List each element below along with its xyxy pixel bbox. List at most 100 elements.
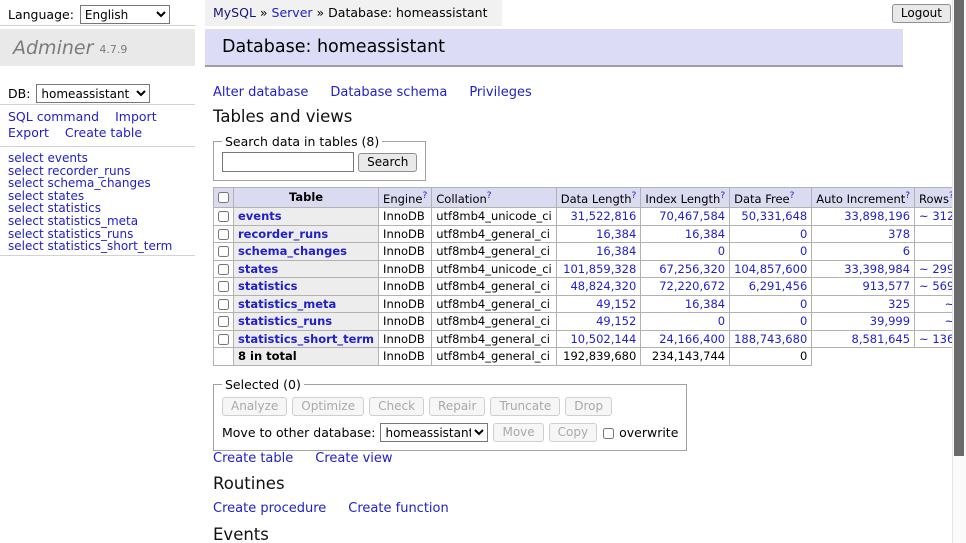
cell-name: states — [234, 260, 379, 278]
cell-name: statistics_meta — [234, 295, 379, 313]
cell-engine: InnoDB — [379, 208, 432, 226]
help-link[interactable]: ? — [720, 191, 725, 201]
database-links: Alter database Database schema Privileges — [213, 85, 532, 100]
routine-link[interactable]: Create procedure — [213, 501, 326, 516]
optimize-button[interactable]: Optimize — [292, 397, 364, 416]
database-link[interactable]: Alter database — [213, 85, 308, 100]
app-banner: Adminer 4.7.9 — [0, 29, 195, 66]
adminer-page: Language: English MySQL » Server » Datab… — [0, 0, 966, 543]
row-checkbox[interactable] — [218, 281, 229, 292]
search-button[interactable]: Search — [358, 153, 417, 172]
sidebar-action-link[interactable]: Create table — [65, 125, 142, 140]
table-link[interactable]: statistics_meta — [238, 297, 336, 311]
truncate-button[interactable]: Truncate — [490, 397, 560, 416]
breadcrumb-driver-link[interactable]: MySQL — [213, 5, 256, 20]
breadcrumb-server-link[interactable]: Server — [272, 5, 313, 20]
cell-data_free: 0 — [730, 313, 812, 331]
cell-data_length: 49,152 — [556, 295, 641, 313]
tables-table-body: eventsInnoDButf8mb4_unicode_ci31,522,816… — [214, 208, 966, 366]
row-checkbox[interactable] — [218, 246, 229, 257]
help-link[interactable]: ? — [905, 191, 910, 201]
row-checkbox[interactable] — [218, 299, 229, 310]
repair-button[interactable]: Repair — [429, 397, 485, 416]
drop-button[interactable]: Drop — [565, 397, 612, 416]
row-checkbox[interactable] — [218, 334, 229, 345]
row-checkbox[interactable] — [218, 211, 229, 222]
overwrite-label: overwrite — [619, 425, 678, 440]
overwrite-checkbox[interactable] — [603, 428, 614, 439]
language-select[interactable]: English — [80, 5, 170, 24]
breadcrumb: MySQL » Server » Database: homeassistant — [205, 0, 502, 26]
cell-auto_increment: 6 — [812, 243, 915, 261]
move-db-select[interactable]: homeassistant — [380, 423, 488, 442]
row-checkbox[interactable] — [218, 316, 229, 327]
events-heading: Events — [213, 525, 269, 543]
move-button[interactable]: Move — [493, 423, 543, 442]
select-all-checkbox[interactable] — [218, 192, 229, 203]
sidebar-divider — [0, 146, 195, 147]
help-link[interactable]: ? — [422, 191, 427, 201]
cell-auto_increment: 325 — [812, 295, 915, 313]
language-row: Language: English — [8, 5, 170, 24]
app-version[interactable]: 4.7.9 — [99, 43, 127, 56]
create-link[interactable]: Create table — [213, 451, 293, 466]
sidebar-action-link[interactable]: Export — [8, 125, 49, 140]
create-link[interactable]: Create view — [315, 451, 392, 466]
help-link[interactable]: ? — [790, 191, 795, 201]
total-collation: utf8mb4_general_ci — [432, 348, 557, 366]
total-check-cell — [214, 348, 234, 366]
cell-name: statistics — [234, 278, 379, 296]
help-link[interactable]: ? — [487, 191, 492, 201]
cell-index_length: 0 — [641, 243, 730, 261]
database-link[interactable]: Database schema — [330, 85, 447, 100]
table-link[interactable]: states — [238, 262, 278, 276]
table-link[interactable]: schema_changes — [238, 244, 347, 258]
total-name: 8 in total — [234, 348, 379, 366]
cell-data_length: 49,152 — [556, 313, 641, 331]
database-link[interactable]: Privileges — [469, 85, 532, 100]
selected-legend: Selected (0) — [222, 377, 304, 392]
total-auto_increment — [812, 348, 915, 366]
cell-data_length: 48,824,320 — [556, 278, 641, 296]
table-link[interactable]: statistics_runs — [238, 314, 332, 328]
table-link[interactable]: events — [238, 209, 282, 223]
sidebar-action-link[interactable]: Import — [115, 109, 157, 124]
search-input[interactable] — [222, 152, 354, 172]
copy-button[interactable]: Copy — [549, 423, 597, 442]
db-select[interactable]: homeassistant — [36, 84, 150, 103]
table-link[interactable]: statistics — [238, 279, 298, 293]
language-label: Language: — [8, 7, 74, 22]
vertical-scrollbar-track[interactable] — [952, 0, 966, 543]
vertical-scrollbar-thumb[interactable] — [954, 0, 964, 456]
breadcrumb-current: Database: homeassistant — [328, 5, 487, 20]
cell-name: statistics_short_term — [234, 330, 379, 348]
breadcrumb-separator: » — [317, 5, 325, 20]
analyze-button[interactable]: Analyze — [222, 397, 287, 416]
cell-data_free: 50,331,648 — [730, 208, 812, 226]
routine-link[interactable]: Create function — [348, 501, 448, 516]
sidebar-action-link[interactable]: SQL command — [8, 109, 99, 124]
tables-table: TableEngine?Collation?Data Length?Index … — [213, 187, 966, 366]
logout-button[interactable]: Logout — [892, 4, 951, 23]
cell-name: statistics_runs — [234, 313, 379, 331]
table-link[interactable]: recorder_runs — [238, 227, 328, 241]
cell-engine: InnoDB — [379, 330, 432, 348]
check-button[interactable]: Check — [369, 397, 424, 416]
row-checkbox[interactable] — [218, 229, 229, 240]
sidebar-table-link[interactable]: select statistics_short_term — [8, 240, 172, 253]
sidebar-table-link[interactable]: select events — [8, 152, 172, 165]
cell-auto_increment: 39,999 — [812, 313, 915, 331]
help-link[interactable]: ? — [632, 191, 637, 201]
table-link[interactable]: statistics_short_term — [238, 332, 374, 346]
total-data_length: 192,839,680 — [556, 348, 641, 366]
sidebar-table-link[interactable]: select schema_changes — [8, 177, 172, 190]
cell-index_length: 72,220,672 — [641, 278, 730, 296]
search-fieldset: Search data in tables (8) Search — [213, 134, 426, 181]
table-row: statisticsInnoDButf8mb4_general_ci48,824… — [214, 278, 966, 296]
table-row: schema_changesInnoDButf8mb4_general_ci16… — [214, 243, 966, 261]
table-row: recorder_runsInnoDButf8mb4_general_ci16,… — [214, 225, 966, 243]
row-checkbox[interactable] — [218, 264, 229, 275]
cell-auto_increment: 378 — [812, 225, 915, 243]
sidebar-table-link[interactable]: select statistics_meta — [8, 215, 172, 228]
cell-name: recorder_runs — [234, 225, 379, 243]
